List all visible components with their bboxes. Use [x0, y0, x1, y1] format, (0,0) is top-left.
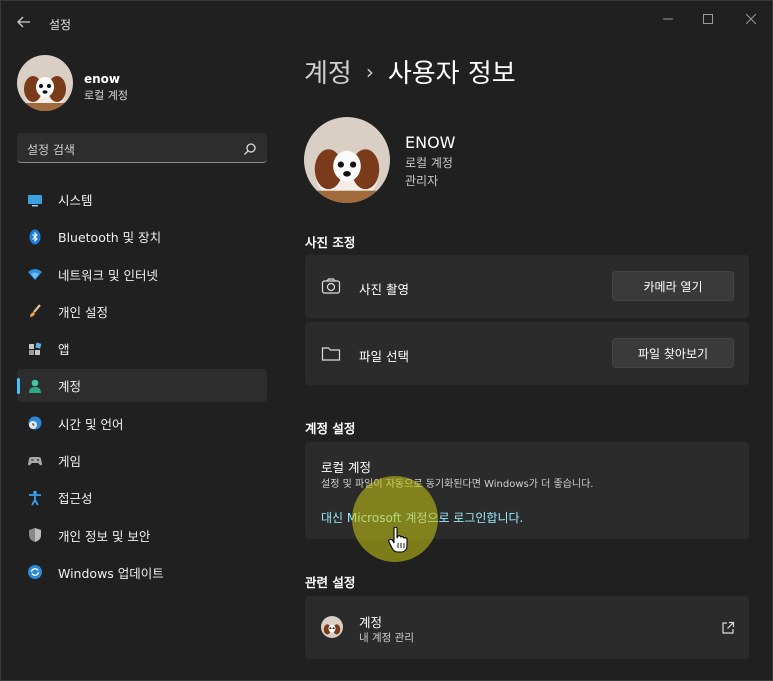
breadcrumb-parent[interactable]: 계정 [304, 53, 352, 90]
brush-icon [27, 303, 43, 319]
sidebar-nav: 시스템 Bluetooth 및 장치 네트워크 및 인터넷 개인 설정 앱 계정… [17, 183, 267, 593]
card-choose-file: 파일 선택 파일 찾아보기 [305, 322, 749, 385]
sidebar-item-label: 계정 [58, 379, 82, 395]
sidebar-item-label: 개인 정보 및 보안 [58, 528, 151, 544]
local-account-title: 로컬 계정 [321, 460, 371, 475]
page-title: 사용자 정보 [387, 59, 516, 89]
update-icon [27, 564, 43, 580]
sidebar-item-time-language[interactable]: 시간 및 언어 [17, 407, 267, 440]
settings-window: 설정 enow 로컬 계정 설정 검색 시스템 Bluetooth 및 장치 네… [0, 0, 773, 681]
user-account-type: 로컬 계정 [405, 156, 453, 170]
sidebar-item-apps[interactable]: 앱 [17, 332, 267, 365]
apps-icon [27, 341, 43, 357]
globe-clock-icon [27, 415, 43, 431]
microsoft-signin-link[interactable]: 대신 Microsoft 계정으로 로그인합니다. [321, 509, 523, 526]
user-role: 관리자 [405, 174, 439, 188]
close-icon[interactable] [738, 9, 764, 29]
sidebar-item-label: 게임 [58, 454, 82, 470]
title-bar: 설정 [1, 1, 772, 43]
shield-icon [27, 527, 43, 543]
sidebar-item-network[interactable]: 네트워크 및 인터넷 [17, 258, 267, 291]
sidebar-item-accounts[interactable]: 계정 [17, 369, 267, 403]
sidebar-item-privacy[interactable]: 개인 정보 및 보안 [17, 519, 267, 552]
accessibility-icon [27, 490, 43, 506]
system-icon [27, 192, 43, 208]
maximize-icon[interactable] [695, 9, 721, 29]
sidebar-item-label: 앱 [58, 342, 70, 358]
take-photo-label: 사진 촬영 [359, 282, 409, 297]
profile-account-type: 로컬 계정 [84, 89, 128, 102]
search-placeholder: 설정 검색 [27, 143, 75, 157]
browse-files-button[interactable]: 파일 찾아보기 [612, 338, 734, 368]
back-arrow-icon[interactable] [13, 11, 35, 33]
card-local-account: 로컬 계정 설정 및 파일이 자동으로 동기화된다면 Windows가 더 좋습… [305, 442, 749, 539]
profile-avatar[interactable] [17, 55, 73, 111]
minimize-icon[interactable] [655, 9, 681, 29]
sidebar-item-bluetooth[interactable]: Bluetooth 및 장치 [17, 220, 267, 253]
sidebar-item-gaming[interactable]: 게임 [17, 444, 267, 477]
sidebar-item-label: 시스템 [58, 193, 93, 208]
external-link-icon[interactable] [721, 620, 735, 634]
user-avatar [304, 117, 390, 203]
section-title-related: 관련 설정 [305, 575, 356, 590]
card-take-photo: 사진 촬영 카메라 열기 [305, 255, 749, 318]
local-account-description: 설정 및 파일이 자동으로 동기화된다면 Windows가 더 좋습니다. [321, 479, 594, 490]
wifi-icon [27, 266, 43, 282]
camera-icon [321, 277, 341, 297]
sidebar-item-label: 네트워크 및 인터넷 [58, 267, 158, 283]
sidebar-item-accessibility[interactable]: 접근성 [17, 481, 267, 514]
hand-cursor-icon [387, 526, 411, 554]
sidebar-item-system[interactable]: 시스템 [17, 183, 267, 216]
related-avatar [321, 616, 343, 638]
user-name: ENOW [405, 133, 456, 152]
breadcrumb: 계정 › 사용자 정보 [304, 53, 516, 90]
sidebar-item-label: Windows 업데이트 [58, 565, 164, 581]
related-item-title: 계정 [359, 615, 383, 630]
sidebar-item-label: 접근성 [58, 491, 93, 507]
folder-icon [321, 344, 341, 364]
account-icon [27, 378, 43, 394]
section-title-account-settings: 계정 설정 [305, 421, 356, 436]
card-related-accounts[interactable]: 계정 내 계정 관리 [305, 596, 749, 659]
app-title: 설정 [49, 18, 72, 32]
related-item-subtitle: 내 계정 관리 [359, 632, 414, 644]
breadcrumb-separator: › [365, 59, 374, 84]
search-icon[interactable] [243, 141, 257, 155]
profile-name: enow [84, 72, 121, 86]
gamepad-icon [27, 453, 43, 469]
sidebar-item-personalization[interactable]: 개인 설정 [17, 295, 267, 328]
sidebar-item-label: 시간 및 언어 [58, 416, 124, 432]
open-camera-button[interactable]: 카메라 열기 [612, 271, 734, 301]
sidebar-item-label: 개인 설정 [58, 304, 108, 320]
choose-file-label: 파일 선택 [359, 349, 409, 364]
bluetooth-icon [27, 229, 43, 245]
sidebar-item-windows-update[interactable]: Windows 업데이트 [17, 556, 267, 589]
section-title-photo: 사진 조정 [305, 235, 356, 250]
sidebar-item-label: Bluetooth 및 장치 [58, 230, 162, 246]
search-input[interactable]: 설정 검색 [17, 133, 267, 163]
